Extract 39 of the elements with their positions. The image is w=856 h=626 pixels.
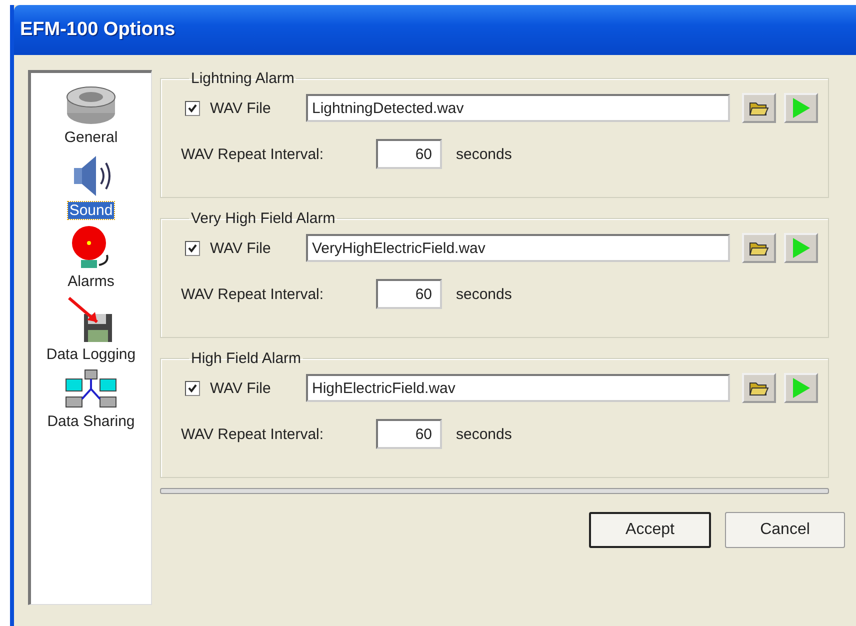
dialog-button[interactable]: Accept bbox=[589, 512, 711, 548]
play-icon bbox=[791, 97, 811, 119]
window-title: EFM-100 Options bbox=[20, 19, 176, 41]
checkbox-label: WAV File bbox=[210, 240, 272, 256]
checkbox[interactable] bbox=[185, 100, 200, 116]
interval-label: WAV Repeat Interval: bbox=[181, 286, 325, 302]
checkbox[interactable] bbox=[185, 240, 200, 256]
play-icon bbox=[791, 237, 811, 259]
browse-button[interactable] bbox=[742, 233, 776, 263]
unit-label: seconds bbox=[456, 286, 512, 302]
interval-label: WAV Repeat Interval: bbox=[181, 146, 325, 162]
interval-field[interactable]: 60 bbox=[376, 139, 442, 169]
checkbox-label: WAV File bbox=[210, 100, 272, 116]
interval-field[interactable]: 60 bbox=[376, 419, 442, 449]
wav-file-field[interactable]: LightningDetected.wav bbox=[306, 94, 730, 122]
interval-field[interactable]: 60 bbox=[376, 279, 442, 309]
wav-file-field[interactable]: VeryHighElectricField.wav bbox=[306, 234, 730, 262]
category-item[interactable]: Data Sharing bbox=[46, 413, 136, 430]
category-item[interactable]: Alarms bbox=[66, 273, 116, 290]
folder-icon bbox=[749, 240, 769, 256]
dialog-button[interactable]: Cancel bbox=[725, 512, 845, 548]
interval-label: WAV Repeat Interval: bbox=[181, 426, 325, 442]
category-item[interactable]: Sound bbox=[68, 202, 114, 219]
browse-button[interactable] bbox=[742, 373, 776, 403]
unit-label: seconds bbox=[456, 426, 512, 442]
category-item[interactable]: General bbox=[63, 129, 119, 146]
checkbox[interactable] bbox=[185, 380, 200, 396]
group-title: Lightning Alarm bbox=[190, 70, 296, 87]
unit-label: seconds bbox=[456, 146, 512, 162]
arrow-floppy-disk-icon bbox=[67, 296, 115, 344]
wav-file-field[interactable]: HighElectricField.wav bbox=[306, 374, 730, 402]
folder-icon bbox=[749, 380, 769, 396]
folder-icon bbox=[749, 100, 769, 116]
group-title: Very High Field Alarm bbox=[190, 210, 336, 227]
browse-button[interactable] bbox=[742, 93, 776, 123]
category-item[interactable]: Data Logging bbox=[45, 346, 137, 363]
checkbox-label: WAV File bbox=[210, 380, 272, 396]
play-icon bbox=[791, 377, 811, 399]
group-title: High Field Alarm bbox=[190, 350, 302, 367]
